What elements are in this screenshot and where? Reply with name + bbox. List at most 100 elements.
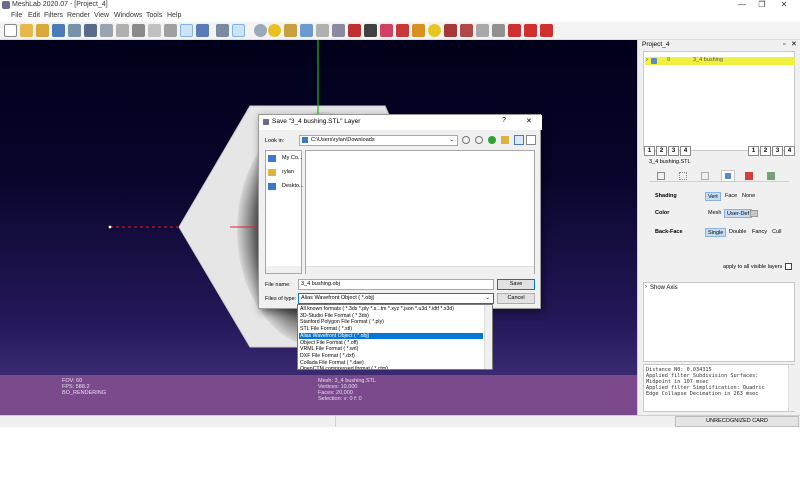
info-icon[interactable] <box>428 24 441 37</box>
view-button-r3[interactable]: 3 <box>772 146 783 156</box>
sidebar-item-desktop[interactable]: Deskto... <box>268 182 304 192</box>
color-userdef-toggle[interactable]: User-Def <box>724 209 753 218</box>
minimize-button[interactable]: — <box>732 0 752 11</box>
menu-edit[interactable]: Edit <box>28 12 40 19</box>
file-type-option[interactable]: Stanford Polygon File Format ( *.ply) <box>299 319 483 326</box>
trackball-icon[interactable] <box>254 24 267 37</box>
delete-vertices-icon[interactable] <box>460 24 473 37</box>
select-connected-icon[interactable] <box>412 24 425 37</box>
log-scrollbar[interactable] <box>788 365 795 411</box>
list-view-icon[interactable] <box>514 135 524 145</box>
remove-vertices-icon[interactable] <box>524 24 537 37</box>
new-folder-icon[interactable] <box>501 136 509 144</box>
shading-none-toggle[interactable]: None <box>740 192 757 201</box>
menu-view[interactable]: View <box>94 12 109 19</box>
lighting-icon[interactable] <box>216 24 229 37</box>
apply-all-checkbox[interactable] <box>785 263 792 270</box>
layer-icon[interactable] <box>100 24 113 37</box>
delete-faces-icon[interactable] <box>444 24 457 37</box>
look-in-select[interactable]: C:\Users\rylan\Downloads ⌄ <box>299 135 458 146</box>
view-button-r1[interactable]: 1 <box>748 146 759 156</box>
show-axis-label[interactable]: Show Axis <box>650 285 678 291</box>
clear-selection-icon[interactable] <box>492 24 505 37</box>
backface-cull-toggle[interactable]: Cull <box>770 228 783 237</box>
shading-vert-toggle[interactable]: Vert <box>705 192 721 201</box>
view-button-2[interactable]: 2 <box>656 146 667 156</box>
view-button-r2[interactable]: 2 <box>760 146 771 156</box>
view-button-r4[interactable]: 4 <box>784 146 795 156</box>
shading-face-toggle[interactable]: Face <box>723 192 739 201</box>
file-name-input[interactable]: 3_4 bushing.obj <box>298 279 494 290</box>
align-icon[interactable] <box>316 24 329 37</box>
backface-single-toggle[interactable]: Single <box>705 228 727 237</box>
measure-icon[interactable] <box>284 24 297 37</box>
tab-wire-icon[interactable] <box>701 172 709 180</box>
tab-box-icon[interactable] <box>657 172 665 180</box>
select-region-icon[interactable] <box>476 24 489 37</box>
dialog-close-button[interactable]: ✕ <box>526 117 532 125</box>
layer-row[interactable]: › 0 3_4 bushing <box>645 57 795 65</box>
parent-folder-icon[interactable] <box>488 136 496 144</box>
view-button-1[interactable]: 1 <box>644 146 655 156</box>
reload-icon[interactable] <box>52 24 65 37</box>
annotation-icon[interactable] <box>268 24 281 37</box>
menu-tools[interactable]: Tools <box>146 12 162 19</box>
sidebar-item-user[interactable]: rylan <box>268 168 303 178</box>
raster-icon[interactable] <box>332 24 345 37</box>
menu-file[interactable]: File <box>11 12 22 19</box>
menu-render[interactable]: Render <box>67 12 90 19</box>
detail-view-icon[interactable] <box>526 135 536 145</box>
color-swatch[interactable] <box>750 210 758 217</box>
eye-icon[interactable] <box>651 58 657 64</box>
help-button[interactable]: ? <box>502 117 506 124</box>
back-icon[interactable] <box>462 136 470 144</box>
points-icon[interactable] <box>132 24 145 37</box>
smooth-shading-icon[interactable] <box>196 24 209 37</box>
save-icon[interactable] <box>68 24 81 37</box>
file-list-scrollbar[interactable] <box>306 266 534 274</box>
file-type-option[interactable]: DXF File Format ( *.dxf) <box>299 353 483 360</box>
tab-points-icon[interactable] <box>679 172 687 180</box>
color-mesh-toggle[interactable]: Mesh <box>706 209 723 218</box>
open-project-icon[interactable] <box>20 24 33 37</box>
new-project-icon[interactable] <box>4 24 17 37</box>
texture-icon[interactable] <box>232 24 245 37</box>
file-type-option[interactable]: VRML File Format ( *.wrl) <box>299 346 483 353</box>
menu-windows[interactable]: Windows <box>114 12 142 19</box>
menu-filters[interactable]: Filters <box>44 12 63 19</box>
pick-points-icon[interactable] <box>300 24 313 37</box>
close-button[interactable]: ✕ <box>774 0 794 11</box>
save-button[interactable]: Save <box>497 279 535 290</box>
brush-icon[interactable] <box>364 24 377 37</box>
backface-double-toggle[interactable]: Double <box>727 228 748 237</box>
dropdown-scrollbar[interactable] <box>484 305 492 369</box>
file-type-option[interactable]: Alias Wavefront Object ( *.obj) <box>299 332 483 340</box>
cancel-button[interactable]: Cancel <box>497 293 535 304</box>
tab-misc-icon[interactable] <box>767 172 775 180</box>
expand-arrow-icon[interactable]: › <box>645 284 647 290</box>
file-type-option[interactable]: All known formats ( *.3ds *.ply *.s...tm… <box>299 306 483 313</box>
maximize-button[interactable]: ❐ <box>752 0 772 11</box>
hidden-lines-icon[interactable] <box>164 24 177 37</box>
select-faces-icon[interactable] <box>380 24 393 37</box>
import-mesh-icon[interactable] <box>36 24 49 37</box>
forward-icon[interactable] <box>475 136 483 144</box>
select-vertices-icon[interactable] <box>396 24 409 37</box>
tab-solid[interactable] <box>721 170 735 182</box>
flat-shading-icon[interactable] <box>180 24 193 37</box>
wireframe-icon[interactable] <box>148 24 161 37</box>
file-type-option[interactable]: OpenCTM compressed format ( *.ctm) <box>299 366 483 369</box>
view-button-4[interactable]: 4 <box>680 146 691 156</box>
remove-faces-icon[interactable] <box>508 24 521 37</box>
file-type-option[interactable]: 3D-Studio File Format ( *.3ds) <box>299 313 483 320</box>
paint-icon[interactable] <box>348 24 361 37</box>
float-panel-icon[interactable]: ▫ <box>783 41 785 48</box>
expand-arrow-icon[interactable]: › <box>646 57 648 63</box>
file-type-option[interactable]: Object File Format ( *.off) <box>299 340 483 347</box>
remove-selection-icon[interactable] <box>540 24 553 37</box>
menu-help[interactable]: Help <box>167 12 181 19</box>
tab-texture-icon[interactable] <box>745 172 753 180</box>
snapshot-icon[interactable] <box>84 24 97 37</box>
bbox-icon[interactable] <box>116 24 129 37</box>
file-type-option[interactable]: STL File Format ( *.stl) <box>299 326 483 333</box>
